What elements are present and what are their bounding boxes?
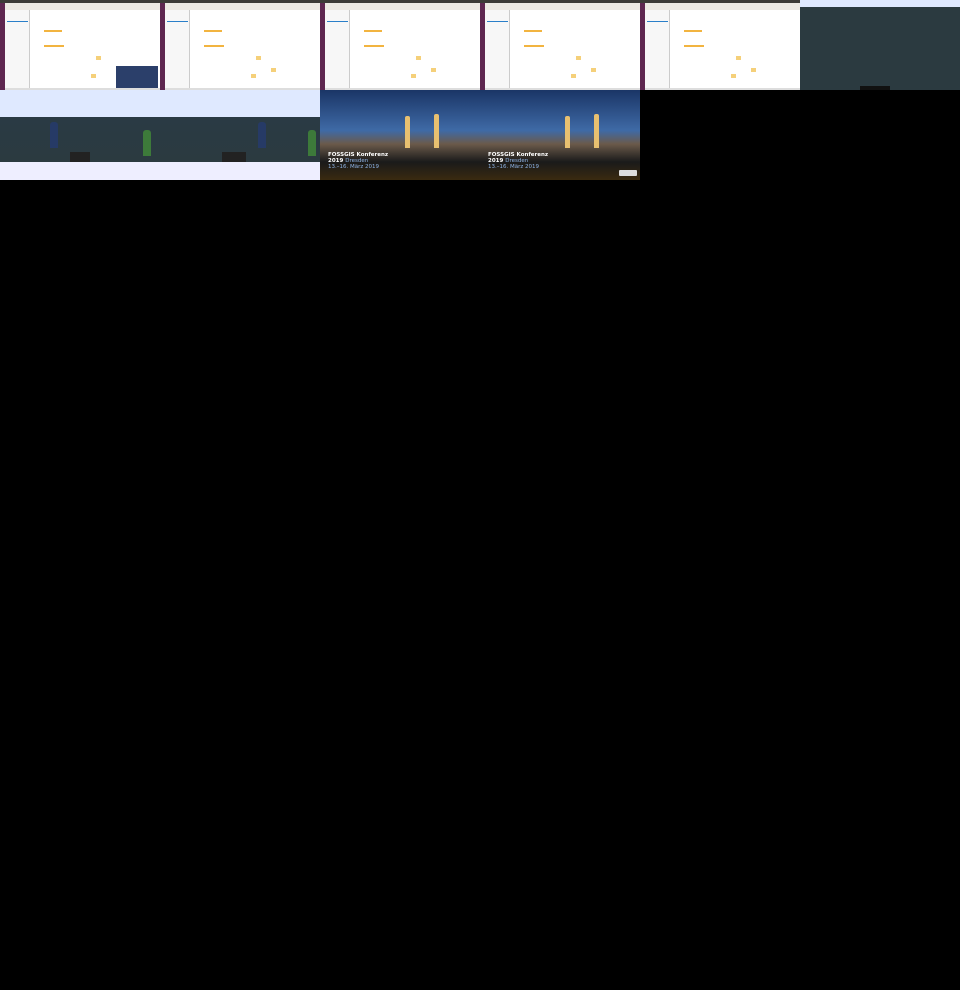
conference-dates: 13.–16. März 2019 xyxy=(488,164,540,170)
cc-license-icon xyxy=(619,170,637,176)
thumbnail-grid: FOSSGIS Konferenz 2019 Dresden 13.–16. Mär… xyxy=(0,0,960,180)
thumbnail-desktop-2[interactable] xyxy=(160,0,320,90)
thumbnail-hall-wall[interactable] xyxy=(800,0,960,90)
speaker-camera-inset xyxy=(116,66,158,88)
thumbnail-desktop-1[interactable] xyxy=(0,0,160,90)
thumbnail-hall-speakers-2[interactable] xyxy=(160,90,320,180)
thumbnail-desktop-4[interactable] xyxy=(480,0,640,90)
thumbnail-title-slide-2[interactable]: FOSSGIS Konferenz 2019 Dresden 13.–16. Mär… xyxy=(480,90,640,180)
conference-dates: 13.–16. März 2019 xyxy=(328,164,380,170)
thumbnail-desktop-5[interactable] xyxy=(640,0,800,90)
title-slide-caption: FOSSGIS Konferenz 2019 Dresden 13.–16. Mär… xyxy=(488,152,548,170)
thumbnail-desktop-3[interactable] xyxy=(320,0,480,90)
thumbnail-title-slide-1[interactable]: FOSSGIS Konferenz 2019 Dresden 13.–16. Mär… xyxy=(320,90,480,180)
thumbnail-hall-speakers-1[interactable] xyxy=(0,90,160,180)
title-slide-caption: FOSSGIS Konferenz 2019 Dresden 13.–16. Mär… xyxy=(328,152,388,170)
